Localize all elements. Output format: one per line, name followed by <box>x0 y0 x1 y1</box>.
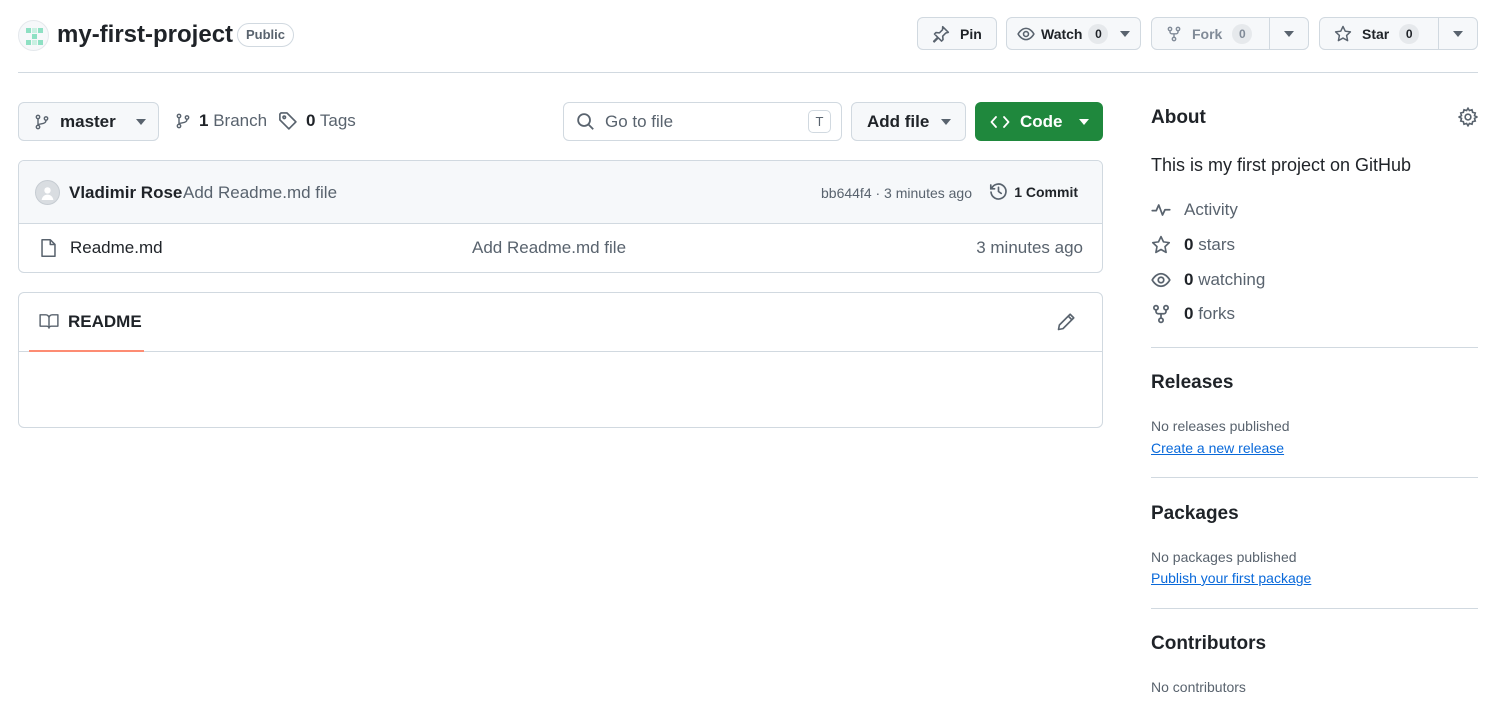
readme-panel: README <box>18 292 1103 428</box>
about-heading: About <box>1151 107 1206 128</box>
commit-history-link[interactable]: 1 Commit <box>989 182 1078 201</box>
forks-link[interactable]: 0 forks <box>1151 304 1235 324</box>
star-icon <box>1151 235 1171 255</box>
pulse-icon <box>1151 200 1171 220</box>
git-branch-icon <box>175 112 191 130</box>
go-to-file-search[interactable]: T <box>563 102 842 141</box>
star-label: Star <box>1362 25 1390 42</box>
pin-button[interactable]: Pin <box>917 17 997 50</box>
repo-header: my-first-project Public Pin Watch 0 Fork… <box>18 0 1478 73</box>
chevron-down-icon <box>1079 118 1089 125</box>
go-to-file-input[interactable] <box>605 111 795 132</box>
tags-link[interactable]: 0 Tags <box>278 111 356 131</box>
stars-link[interactable]: 0 stars <box>1151 235 1235 255</box>
divider <box>1151 608 1478 609</box>
watch-button[interactable]: Watch 0 <box>1006 17 1141 50</box>
readme-tab-label: README <box>68 311 142 331</box>
avatar[interactable] <box>35 180 60 205</box>
star-count: 0 <box>1399 23 1420 44</box>
tag-icon <box>278 111 298 131</box>
tab-readme[interactable]: README <box>29 293 144 352</box>
code-button[interactable]: Code <box>975 102 1103 141</box>
repo-forked-icon <box>1151 304 1171 324</box>
watching-link[interactable]: 0 watching <box>1151 270 1265 290</box>
packages-note: No packages published <box>1151 549 1297 565</box>
eye-icon <box>1151 270 1171 290</box>
pencil-icon[interactable] <box>1056 312 1076 332</box>
watching-count: 0 <box>1184 270 1194 289</box>
chevron-down-icon <box>136 118 146 125</box>
contributors-note: No contributors <box>1151 679 1246 695</box>
repo-owner-avatar[interactable] <box>18 20 49 51</box>
branches-link[interactable]: 1 Branch <box>175 111 267 131</box>
book-icon <box>39 313 59 330</box>
forks-word: forks <box>1198 304 1236 323</box>
chevron-down-icon <box>1453 30 1463 37</box>
commit-count-label: 1 Commit <box>1014 183 1078 200</box>
fork-button-group: Fork 0 <box>1151 17 1309 50</box>
file-commit-time: 3 minutes ago <box>976 238 1083 257</box>
pin-label: Pin <box>960 25 982 42</box>
watching-word: watching <box>1198 270 1266 289</box>
packages-heading[interactable]: Packages <box>1151 503 1239 525</box>
releases-heading[interactable]: Releases <box>1151 372 1233 394</box>
git-branch-icon <box>34 113 50 131</box>
add-file-label: Add file <box>867 111 930 131</box>
file-icon <box>40 238 57 258</box>
readme-header: README <box>19 293 1102 352</box>
star-icon <box>1334 25 1352 43</box>
commit-hash-time[interactable]: bb644f4 · 3 minutes ago <box>821 185 972 201</box>
table-row: Readme.md Add Readme.md file 3 minutes a… <box>19 224 1102 272</box>
activity-label: Activity <box>1184 200 1238 219</box>
commit-author-link[interactable]: Vladimir Rose <box>69 183 182 203</box>
chevron-down-icon <box>1284 30 1294 37</box>
pin-icon <box>932 25 950 43</box>
publish-package-link[interactable]: Publish your first package <box>1151 570 1311 586</box>
repo-name-link[interactable]: my-first-project <box>57 21 233 49</box>
file-table: Vladimir Rose Add Readme.md file bb644f4… <box>18 160 1103 273</box>
repo-forked-icon <box>1166 25 1182 43</box>
code-icon <box>990 114 1010 130</box>
divider <box>1151 477 1478 478</box>
add-file-button[interactable]: Add file <box>851 102 966 141</box>
history-icon <box>989 182 1008 201</box>
code-label: Code <box>1020 111 1063 131</box>
file-commit-message-link[interactable]: Add Readme.md file <box>472 238 626 258</box>
repo-description: This is my first project on GitHub <box>1151 155 1412 175</box>
fork-button[interactable]: Fork 0 <box>1152 18 1269 49</box>
gear-icon[interactable] <box>1458 107 1478 127</box>
stars-word: stars <box>1198 235 1236 254</box>
commit-message-link[interactable]: Add Readme.md file <box>183 183 337 203</box>
branch-count: 1 <box>199 111 209 130</box>
releases-note: No releases published <box>1151 418 1290 434</box>
branch-select-button[interactable]: master <box>18 102 159 141</box>
latest-commit-row: Vladimir Rose Add Readme.md file bb644f4… <box>19 161 1102 224</box>
forks-count: 0 <box>1184 304 1194 323</box>
branch-name: master <box>60 111 116 131</box>
visibility-badge: Public <box>237 23 295 47</box>
contributors-heading[interactable]: Contributors <box>1151 633 1266 655</box>
branch-word: Branch <box>213 111 268 130</box>
star-button[interactable]: Star 0 <box>1320 18 1438 49</box>
file-name-link[interactable]: Readme.md <box>70 238 163 258</box>
stars-count: 0 <box>1184 235 1194 254</box>
fork-count: 0 <box>1232 23 1253 44</box>
fork-label: Fork <box>1192 25 1223 42</box>
divider <box>1151 347 1478 348</box>
create-release-link[interactable]: Create a new release <box>1151 440 1284 456</box>
fork-dropdown-button[interactable] <box>1269 18 1308 49</box>
watch-count: 0 <box>1088 23 1109 44</box>
search-icon <box>576 112 595 131</box>
chevron-down-icon <box>941 118 951 125</box>
chevron-down-icon <box>1120 30 1131 37</box>
keyboard-shortcut-hint: T <box>808 110 831 133</box>
activity-link[interactable]: Activity <box>1151 200 1238 220</box>
tag-count: 0 <box>306 111 316 130</box>
tag-word: Tags <box>319 111 356 130</box>
watch-label: Watch <box>1041 25 1083 42</box>
star-button-group: Star 0 <box>1319 17 1478 50</box>
star-dropdown-button[interactable] <box>1438 18 1477 49</box>
eye-icon <box>1017 25 1035 43</box>
